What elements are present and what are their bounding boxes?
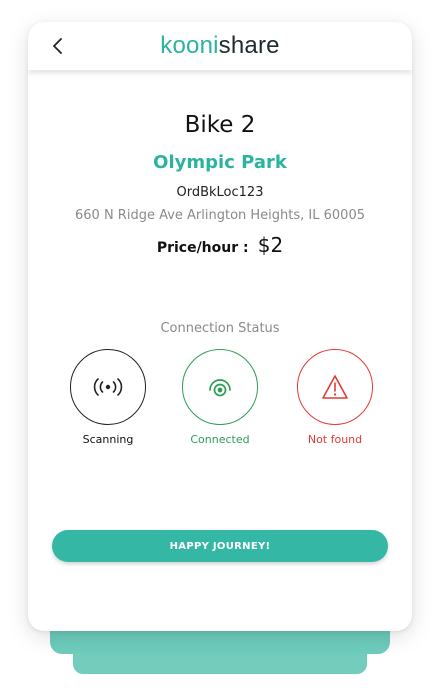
bike-card: koonishare Bike 2 Olympic Park OrdBkLoc1…	[28, 22, 412, 631]
status-not-found-label: Not found	[307, 433, 363, 446]
logo-part-share: share	[218, 32, 280, 59]
price-row: Price/hour : $2	[28, 233, 412, 257]
status-scanning-circle	[70, 349, 146, 425]
status-not-found-circle	[297, 349, 373, 425]
status-not-found: Not found	[295, 349, 375, 446]
top-bar: koonishare	[28, 22, 412, 70]
broadcast-icon	[93, 378, 123, 396]
status-connected-label: Connected	[190, 433, 250, 446]
logo-part-kooni: kooni	[160, 32, 219, 59]
connection-status-title: Connection Status	[160, 321, 280, 336]
screen: koonishare Bike 2 Olympic Park OrdBkLoc1…	[0, 0, 440, 700]
app-logo: koonishare	[28, 32, 412, 60]
location-address: 660 N Ridge Ave Arlington Heights, IL 60…	[75, 208, 365, 223]
location-code: OrdBkLoc123	[176, 185, 264, 200]
signal-connected-icon	[209, 379, 231, 397]
warning-icon	[322, 375, 348, 399]
status-connected-circle	[182, 349, 258, 425]
price-label: Price/hour :	[156, 240, 249, 256]
happy-journey-button[interactable]: HAPPY JOURNEY!	[52, 530, 388, 562]
bike-title: Bike 2	[184, 112, 256, 138]
status-scanning: Scanning	[68, 349, 148, 446]
price-value: $2	[257, 233, 284, 257]
location-name: Olympic Park	[153, 152, 287, 173]
status-scanning-label: Scanning	[82, 433, 134, 446]
status-connected: Connected	[180, 349, 260, 446]
